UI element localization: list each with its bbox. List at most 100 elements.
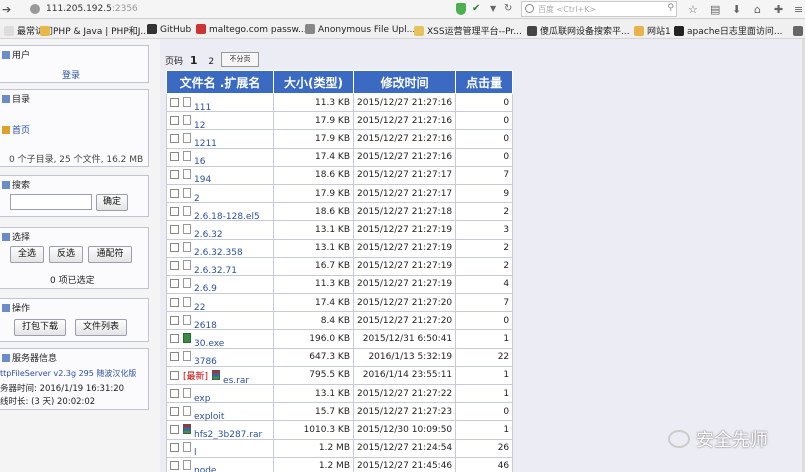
row-checkbox[interactable] (170, 370, 179, 380)
column-header-hits[interactable]: 点击量 (455, 70, 514, 94)
file-list-button[interactable]: 文件列表 (75, 319, 127, 336)
row-checkbox[interactable] (170, 261, 179, 271)
bookmark-item[interactable]: 求 (793, 24, 805, 37)
file-time-cell: 2015/12/27 21:27:19 (352, 256, 457, 276)
file-link[interactable]: node (194, 466, 216, 472)
download-icon[interactable]: ⬇ (732, 3, 741, 16)
bookmark-item[interactable]: apache日志里面访问... (674, 24, 783, 37)
file-icon (183, 132, 191, 143)
row-checkbox[interactable] (170, 334, 179, 344)
watermark: 安全先师 (668, 424, 798, 454)
row-checkbox[interactable] (170, 443, 179, 453)
file-time-cell: 2015/12/27 21:27:19 (352, 274, 457, 295)
address-bar[interactable]: ➔ 111.205.192.5:2356 ✔ ▼ ↻ 百度 <Ctrl+K> ⚲… (0, 0, 805, 19)
bookmark-item[interactable]: 网站1 (634, 24, 671, 37)
page-1-link[interactable]: 1 (190, 54, 198, 67)
file-link[interactable]: 2618 (194, 321, 217, 331)
file-link[interactable]: es.rar (223, 376, 249, 386)
menu-icon[interactable]: ≡ (794, 3, 803, 16)
selected-count: 0 项已选定 (50, 276, 95, 286)
file-link[interactable]: 12 (194, 121, 205, 131)
home-icon[interactable]: ⌂ (754, 3, 761, 16)
file-link[interactable]: exploit (194, 412, 224, 422)
no-paging-button[interactable]: 不分页 (221, 52, 259, 67)
row-checkbox[interactable] (170, 206, 179, 216)
addon-icon[interactable]: ✚ (774, 3, 783, 16)
bookmark-item[interactable]: XSS运营管理平台--Pr... (414, 24, 522, 37)
file-link[interactable]: 3786 (194, 357, 217, 367)
shield-icon[interactable] (456, 3, 466, 15)
select-all-button[interactable]: 全选 (10, 246, 44, 263)
reading-list-icon[interactable]: ▤ (710, 3, 720, 16)
table-row: 2.6.9 11.3 KB 2015/12/27 21:27:19 4 (166, 274, 514, 295)
file-link[interactable]: 194 (194, 175, 211, 185)
file-hits-cell: 0 (455, 311, 514, 331)
file-link[interactable]: 2 (194, 194, 200, 204)
invert-selection-button[interactable]: 反选 (49, 246, 83, 263)
row-checkbox[interactable] (170, 297, 179, 307)
row-checkbox[interactable] (170, 115, 179, 125)
back-arrow-icon[interactable]: ➔ (2, 3, 14, 16)
star-icon[interactable]: ☆ (688, 3, 698, 16)
column-header-modified[interactable]: 修改时间 (352, 70, 457, 94)
file-link[interactable]: 2.6.18-128.el5 (194, 212, 260, 222)
search-icon[interactable]: ⚲ (667, 3, 674, 13)
file-time-cell: 2015/12/27 21:27:16 (352, 92, 457, 113)
bookmark-label: 网站1 (647, 27, 671, 37)
file-link[interactable]: 30.exe (194, 339, 224, 349)
table-row: 2 17.9 KB 2015/12/27 21:27:17 9 (166, 183, 514, 204)
file-link[interactable]: 1211 (194, 139, 217, 149)
file-time-cell: 2015/12/27 21:27:16 (352, 129, 457, 149)
file-link[interactable]: 111 (194, 103, 211, 113)
zip-download-button[interactable]: 打包下载 (14, 319, 66, 336)
file-link[interactable]: exp (194, 394, 210, 404)
login-link[interactable]: 登录 (62, 68, 80, 81)
bookmark-item[interactable]: Anonymous File Upl... (305, 24, 415, 35)
bookmark-item[interactable]: PHP & Java | PHP和J... (40, 24, 149, 37)
row-checkbox[interactable] (170, 170, 179, 180)
column-header-size[interactable]: 大小(类型) (273, 70, 354, 94)
bookmark-item[interactable]: maltego.com passw... (196, 24, 307, 35)
file-link[interactable]: hfs2_3b287.rar (194, 430, 262, 440)
file-icon (183, 314, 191, 325)
row-checkbox[interactable] (170, 133, 179, 143)
server-version-link[interactable]: ttpFileServer v2.3g 295 随波汉化版 (0, 368, 136, 379)
column-header-name[interactable]: 文件名 .扩展名 (166, 70, 274, 94)
file-link[interactable]: l (194, 448, 197, 458)
bookmark-item[interactable]: GitHub (147, 24, 191, 35)
dropdown-arrow-icon[interactable]: ▼ (490, 4, 496, 13)
page-2-link[interactable]: 2 (208, 57, 214, 67)
row-checkbox[interactable] (170, 406, 179, 416)
file-link[interactable]: 2.6.32.358 (194, 248, 243, 258)
row-checkbox[interactable] (170, 152, 179, 162)
row-checkbox[interactable] (170, 97, 179, 107)
refresh-icon[interactable]: ↻ (504, 3, 512, 14)
row-checkbox[interactable] (170, 424, 179, 434)
home-link[interactable]: 首页 (2, 123, 30, 136)
file-link[interactable]: 2.6.32.71 (194, 266, 237, 276)
row-checkbox[interactable] (170, 352, 179, 362)
file-name-cell: 3786 (166, 347, 274, 367)
search-submit-button[interactable]: 确定 (96, 194, 128, 211)
row-checkbox[interactable] (170, 224, 179, 234)
folder-icon (2, 95, 10, 103)
row-checkbox[interactable] (170, 461, 179, 471)
file-link[interactable]: 2.6.9 (194, 284, 217, 294)
row-checkbox[interactable] (170, 279, 179, 289)
row-checkbox[interactable] (170, 315, 179, 325)
file-link[interactable]: 16 (194, 157, 205, 167)
row-checkbox[interactable] (170, 388, 179, 398)
table-row: exp 13.1 KB 2015/12/27 21:27:22 1 (166, 383, 514, 404)
row-checkbox[interactable] (170, 243, 179, 253)
url-text[interactable]: 111.205.192.5:2356 (46, 4, 138, 14)
home-folder-icon (2, 126, 10, 134)
sidebar-search-input[interactable] (10, 194, 92, 210)
row-checkbox[interactable] (170, 188, 179, 198)
file-name-cell: 2.6.32.358 (166, 238, 274, 258)
file-link[interactable]: 22 (194, 303, 205, 313)
bookmark-item[interactable]: 傻瓜联网设备搜索平... (527, 24, 630, 37)
bookmark-label: 傻瓜联网设备搜索平... (540, 27, 630, 37)
file-link[interactable]: 2.6.32 (194, 230, 223, 240)
search-input[interactable]: 百度 <Ctrl+K> ⚲ (521, 1, 677, 17)
mask-select-button[interactable]: 通配符 (88, 246, 132, 263)
